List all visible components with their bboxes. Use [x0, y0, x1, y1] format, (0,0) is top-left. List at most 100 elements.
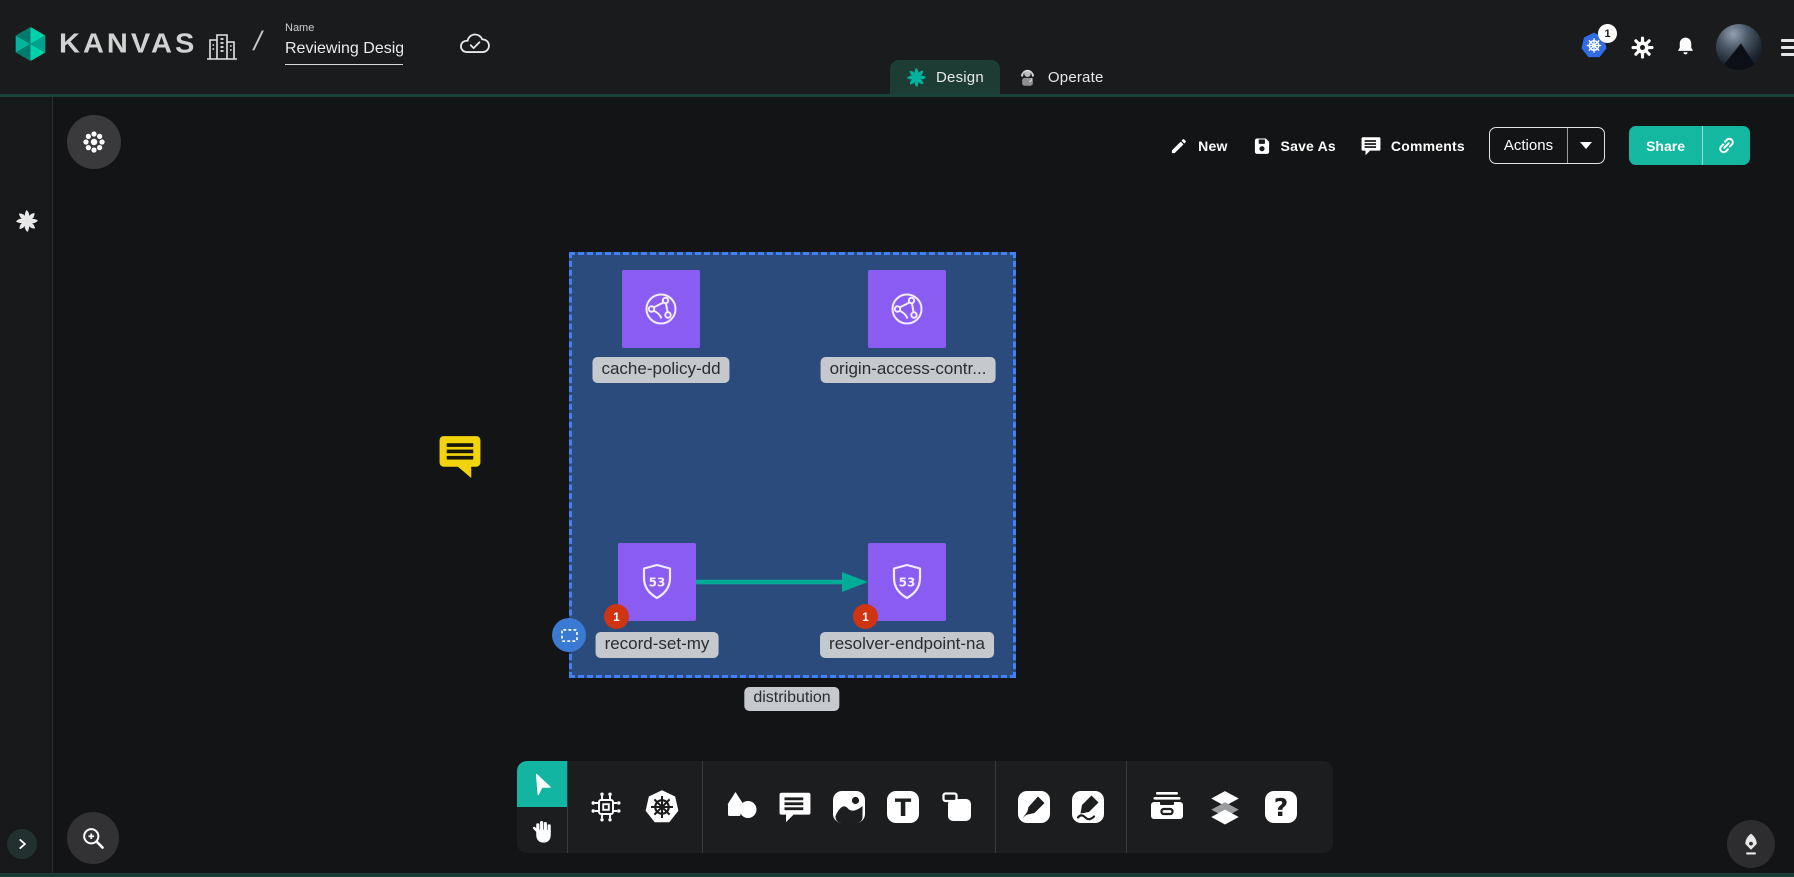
node-resolver-endpoint[interactable]: [868, 543, 946, 621]
meshery-logo-icon: [15, 209, 39, 233]
chevron-down-icon: [1580, 142, 1592, 149]
breadcrumb-separator: /: [251, 26, 265, 57]
design-name-block: Name: [285, 22, 403, 65]
canvas-toolbar: New Save As Comments Actions: [1169, 126, 1750, 165]
route53-shield-icon: [633, 558, 681, 606]
bottom-tool-dock: T: [517, 761, 1333, 853]
text-icon: T: [885, 789, 921, 825]
node-error-badge[interactable]: 1: [853, 604, 878, 629]
pen-nib-icon: [1738, 830, 1764, 858]
comment-tool[interactable]: [777, 789, 813, 825]
svg-text:T: T: [895, 794, 912, 822]
comment-icon: [777, 789, 813, 825]
group-label[interactable]: distribution: [744, 687, 839, 711]
layers-tool[interactable]: [1205, 789, 1245, 825]
image-icon: [831, 789, 867, 825]
bell-icon: [1674, 35, 1697, 59]
panel-tools: ?: [1127, 761, 1319, 853]
comment-marker[interactable]: [437, 433, 483, 483]
pencil-squiggle-icon: [1070, 789, 1106, 825]
share-button[interactable]: Share: [1629, 126, 1702, 165]
cursor-icon: [530, 772, 554, 796]
shapes-tool[interactable]: [723, 790, 759, 824]
actions-button[interactable]: Actions: [1490, 128, 1567, 163]
kubernetes-tool[interactable]: [642, 788, 682, 826]
comment-bubble-icon: [437, 433, 483, 480]
text-tool[interactable]: T: [885, 789, 921, 825]
building-icon: [205, 29, 239, 63]
comments-button[interactable]: Comments: [1360, 135, 1465, 157]
design-name-input[interactable]: [285, 38, 403, 65]
image-tool[interactable]: [831, 789, 867, 825]
brand-text: KANVAS: [59, 28, 197, 60]
tab-operate[interactable]: Operate: [1000, 60, 1120, 94]
layers-icon: [1205, 789, 1245, 825]
component-tool[interactable]: [588, 789, 624, 825]
route53-shield-icon: [883, 558, 931, 606]
copy-link-button[interactable]: [1702, 126, 1750, 165]
pen-path-icon: [1016, 789, 1052, 825]
kubernetes-wheel-icon: [642, 788, 682, 826]
node-label[interactable]: record-set-my: [596, 632, 719, 658]
draw-tool[interactable]: [1070, 789, 1106, 825]
share-split-button: Share: [1629, 126, 1750, 165]
actions-dropdown-button[interactable]: [1567, 128, 1604, 163]
header-menu-button[interactable]: [1781, 39, 1794, 56]
node-error-badge[interactable]: 1: [604, 604, 629, 629]
design-pen-button[interactable]: [1727, 820, 1775, 868]
sidebar-expand-button[interactable]: [7, 829, 37, 859]
edge-tool[interactable]: [1016, 789, 1052, 825]
select-tool[interactable]: [517, 761, 567, 807]
left-sidebar: [0, 97, 53, 873]
kanvas-app: KANVAS / Name Design: [0, 0, 1794, 877]
zoom-button[interactable]: [67, 812, 119, 864]
comment-icon: [1360, 135, 1382, 157]
node-label[interactable]: resolver-endpoint-na: [820, 632, 994, 658]
svg-text:?: ?: [1274, 793, 1289, 822]
save-status-button[interactable]: [458, 32, 492, 60]
kubernetes-context-button[interactable]: 1: [1577, 31, 1611, 63]
note-tool[interactable]: [939, 790, 975, 824]
chevron-right-icon: [15, 837, 29, 851]
pointer-tools: [517, 761, 567, 853]
kubernetes-count-badge: 1: [1598, 24, 1617, 43]
pan-tool[interactable]: [517, 807, 567, 853]
user-avatar[interactable]: [1716, 24, 1762, 70]
actions-split-button: Actions: [1489, 127, 1605, 164]
save-icon: [1252, 136, 1272, 156]
node-label[interactable]: cache-policy-dd: [592, 357, 729, 383]
node-label[interactable]: origin-access-contr...: [821, 357, 996, 383]
settings-button[interactable]: [1630, 35, 1655, 60]
gear-icon: [1630, 35, 1655, 60]
flower-icon: [81, 129, 107, 155]
design-tab-icon: [906, 67, 927, 88]
tab-design[interactable]: Design: [890, 60, 1000, 94]
header: KANVAS / Name Design: [0, 0, 1794, 97]
cloud-saved-icon: [458, 32, 492, 57]
cloudfront-globe-icon: [883, 285, 931, 333]
node-cache-policy[interactable]: [622, 270, 700, 348]
save-as-button[interactable]: Save As: [1252, 136, 1336, 156]
history-tool[interactable]: [1147, 789, 1187, 825]
notifications-button[interactable]: [1674, 35, 1697, 59]
pencil-icon: [1169, 136, 1189, 156]
new-button[interactable]: New: [1169, 136, 1227, 156]
node-origin-access-control[interactable]: [868, 270, 946, 348]
hand-icon: [529, 817, 555, 844]
node-record-set[interactable]: [618, 543, 696, 621]
help-tool[interactable]: ?: [1263, 789, 1299, 825]
kanvas-logo-icon: [12, 24, 49, 64]
note-icon: [939, 790, 975, 824]
group-select-handle[interactable]: [552, 618, 586, 652]
name-field-label: Name: [285, 22, 403, 34]
component-tools: [568, 761, 702, 853]
edge-record-to-resolver[interactable]: [696, 568, 868, 596]
organization-button[interactable]: [205, 29, 239, 63]
link-icon: [1716, 135, 1737, 156]
magnifier-plus-icon: [80, 825, 106, 851]
operate-tab-icon: [1016, 66, 1039, 89]
annotation-tools: T: [703, 761, 995, 853]
canvas-style-button[interactable]: [67, 115, 121, 169]
circuit-icon: [588, 789, 624, 825]
archive-drawer-icon: [1147, 789, 1187, 825]
